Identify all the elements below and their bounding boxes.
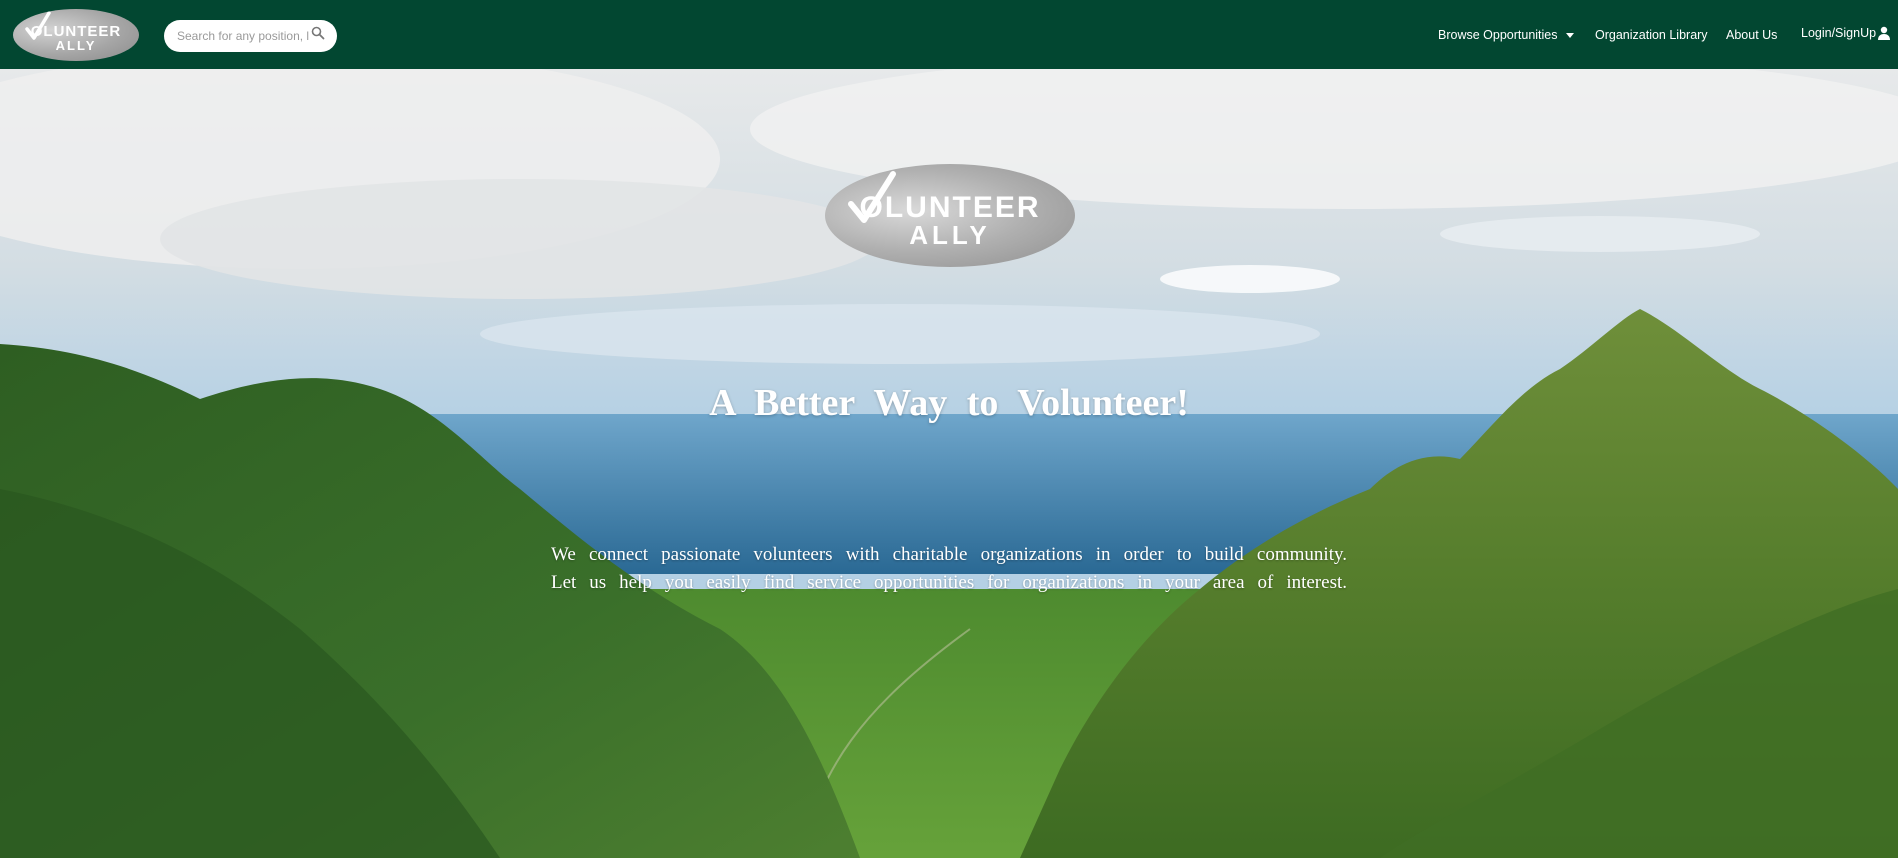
hero-logo: OLUNTEER ALLY: [825, 164, 1075, 267]
logo-text-ally: ALLY: [55, 37, 97, 53]
hero-section: OLUNTEER ALLY A Better Way to Volunteer!…: [0, 69, 1898, 858]
hero-description-line-1: We connect passionate volunteers with ch…: [551, 544, 1347, 565]
checkmark-icon: [848, 171, 896, 223]
nav-about-us[interactable]: About Us: [1726, 28, 1777, 42]
hero-description: We connect passionate volunteers with ch…: [551, 541, 1347, 597]
user-icon: [1878, 26, 1891, 40]
top-navbar: OLUNTEER ALLY Browse Opportunities Organ…: [0, 0, 1898, 69]
nav-browse-label: Browse Opportunities: [1438, 28, 1558, 42]
nav-login-label: Login/SignUp: [1801, 26, 1877, 40]
nav-browse-opportunities[interactable]: Browse Opportunities: [1438, 28, 1574, 42]
hero-logo-text-ally: ALLY: [909, 219, 991, 250]
search-input[interactable]: [177, 29, 309, 43]
checkmark-icon: [25, 11, 51, 40]
caret-down-icon: [1565, 33, 1574, 39]
nav-login-signup[interactable]: Login/SignUp: [1801, 26, 1891, 40]
search-icon[interactable]: [311, 26, 325, 40]
search-box: [164, 20, 337, 52]
hero-description-line-2: Let us help you easily find service oppo…: [551, 572, 1347, 593]
brand-logo[interactable]: OLUNTEER ALLY: [13, 9, 139, 61]
hero-title: A Better Way to Volunteer!: [709, 382, 1189, 424]
nav-organization-library[interactable]: Organization Library: [1595, 28, 1708, 42]
